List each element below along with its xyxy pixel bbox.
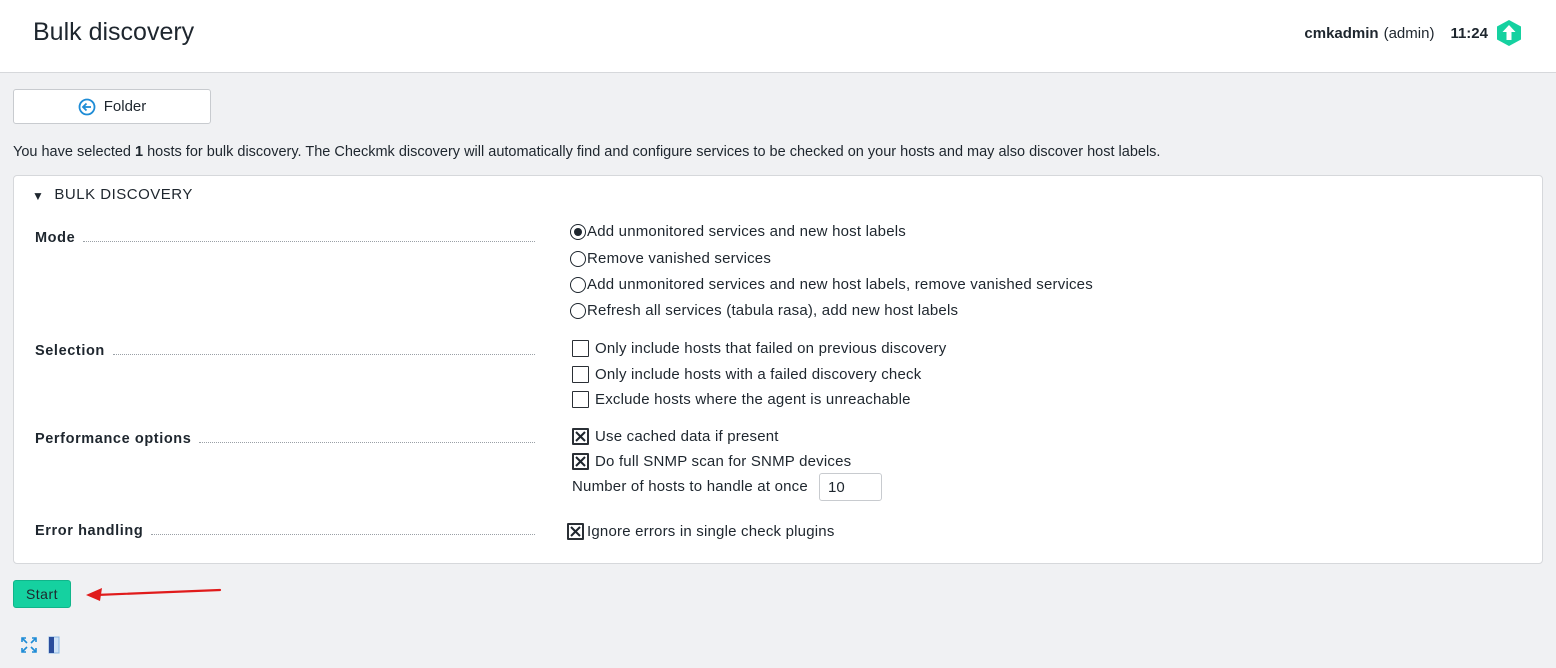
checkbox[interactable]	[572, 340, 589, 357]
error-handling-label: Error handling	[35, 521, 535, 539]
mode-option-remove-vanished[interactable]: Remove vanished services	[570, 250, 771, 267]
sidebar-toggle-icon[interactable]	[46, 636, 62, 657]
checkmk-logo-icon	[1496, 19, 1522, 47]
user-info: cmkadmin (admin) 11:24	[1304, 19, 1522, 47]
selection-info: You have selected 1 hosts for bulk disco…	[13, 144, 1160, 160]
user-role: (admin)	[1383, 24, 1435, 42]
error-option-ignore-errors[interactable]: Ignore errors in single check plugins	[567, 523, 835, 540]
radio-button[interactable]	[570, 250, 586, 267]
selection-option-failed-check[interactable]: Only include hosts with a failed discove…	[572, 366, 921, 383]
collapse-triangle-icon: ▼	[32, 189, 45, 203]
mode-option-refresh-all[interactable]: Refresh all services (tabula rasa), add …	[570, 302, 958, 319]
folder-back-button[interactable]: Folder	[13, 89, 211, 124]
checkbox[interactable]	[567, 523, 584, 540]
host-count: 1	[135, 144, 144, 160]
checkbox[interactable]	[572, 366, 589, 383]
info-prefix: You have selected	[13, 144, 136, 160]
radio-button[interactable]	[570, 302, 586, 319]
radio-button[interactable]	[570, 223, 586, 240]
radio-button[interactable]	[570, 276, 586, 293]
back-circle-icon	[78, 98, 96, 116]
panel-header-toggle[interactable]: ▼ BULK DISCOVERY	[32, 186, 193, 203]
username[interactable]: cmkadmin	[1304, 25, 1378, 42]
mode-option-add-and-remove[interactable]: Add unmonitored services and new host la…	[570, 276, 1093, 293]
performance-label: Performance options	[35, 429, 535, 447]
selection-option-failed-previous[interactable]: Only include hosts that failed on previo…	[572, 340, 946, 357]
selection-label: Selection	[35, 341, 535, 359]
info-suffix: hosts for bulk discovery. The Checkmk di…	[143, 144, 1161, 160]
page-title: Bulk discovery	[33, 18, 195, 46]
checkbox[interactable]	[572, 391, 589, 408]
annotation-arrow-icon	[86, 588, 222, 601]
title-bar: Bulk discovery cmkadmin (admin) 11:24	[0, 0, 1556, 73]
selection-option-exclude-unreachable[interactable]: Exclude hosts where the agent is unreach…	[572, 391, 911, 408]
fullscreen-icon[interactable]	[20, 636, 38, 657]
hosts-at-once-label: Number of hosts to handle at once	[572, 478, 808, 495]
footer-icons	[20, 636, 62, 657]
checkbox[interactable]	[572, 453, 589, 470]
bulk-discovery-panel: ▼ BULK DISCOVERY Mode Add unmonitored se…	[13, 175, 1543, 564]
panel-title: BULK DISCOVERY	[54, 186, 193, 203]
checkbox[interactable]	[572, 428, 589, 445]
folder-button-label: Folder	[103, 98, 147, 115]
mode-option-add-unmonitored[interactable]: Add unmonitored services and new host la…	[570, 223, 906, 240]
performance-option-snmp-scan[interactable]: Do full SNMP scan for SNMP devices	[572, 453, 851, 470]
clock: 11:24	[1450, 24, 1488, 42]
performance-option-cached-data[interactable]: Use cached data if present	[572, 428, 779, 445]
hosts-at-once-input[interactable]	[819, 473, 882, 501]
start-button[interactable]: Start	[13, 580, 71, 608]
mode-label: Mode	[35, 228, 535, 246]
